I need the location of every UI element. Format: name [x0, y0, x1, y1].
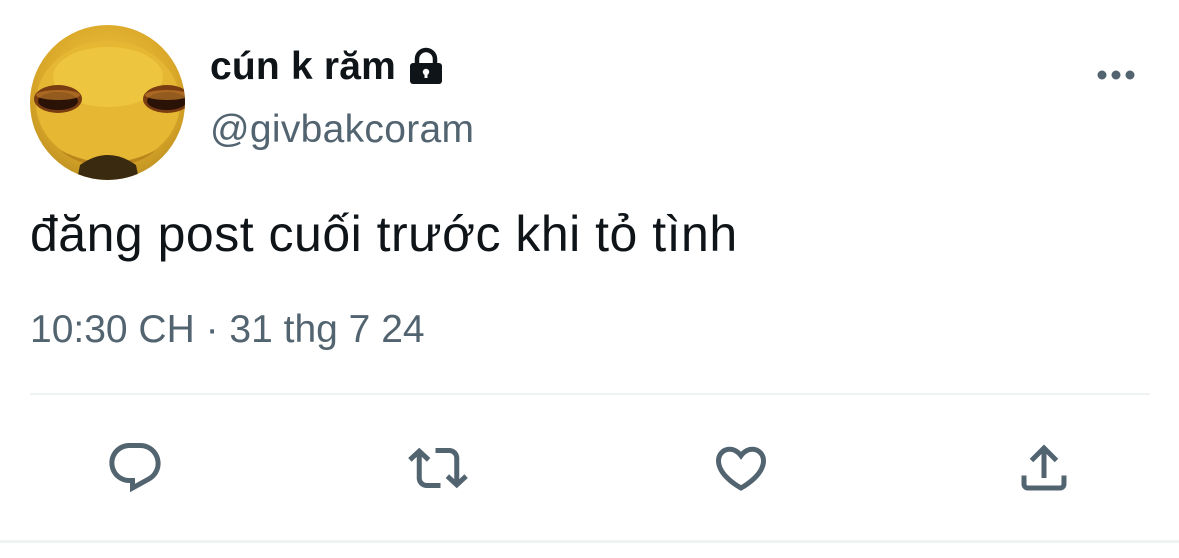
avatar-image: [30, 41, 185, 180]
like-button[interactable]: [708, 435, 774, 501]
retweet-icon: [408, 447, 468, 489]
heart-icon: [715, 446, 767, 491]
user-handle[interactable]: @givbakcoram: [210, 108, 474, 152]
share-button[interactable]: [1011, 435, 1077, 501]
bottom-divider: [0, 540, 1179, 543]
reply-icon: [109, 443, 161, 493]
display-name-row: cún k răm: [210, 42, 446, 92]
lock-icon: [406, 47, 446, 87]
tweet-card: cún k răm @givbakcoram đăng post cuối tr…: [0, 0, 1179, 558]
display-name[interactable]: cún k răm: [210, 45, 396, 89]
more-icon[interactable]: [1092, 60, 1142, 90]
avatar[interactable]: [30, 25, 185, 180]
tweet-timestamp[interactable]: 10:30 CH · 31 thg 7 24: [30, 308, 425, 352]
share-icon: [1021, 444, 1067, 491]
divider: [30, 393, 1150, 395]
reply-button[interactable]: [102, 435, 168, 501]
tweet-text: đăng post cuối trước khi tỏ tình: [30, 206, 738, 262]
retweet-button[interactable]: [405, 435, 471, 501]
